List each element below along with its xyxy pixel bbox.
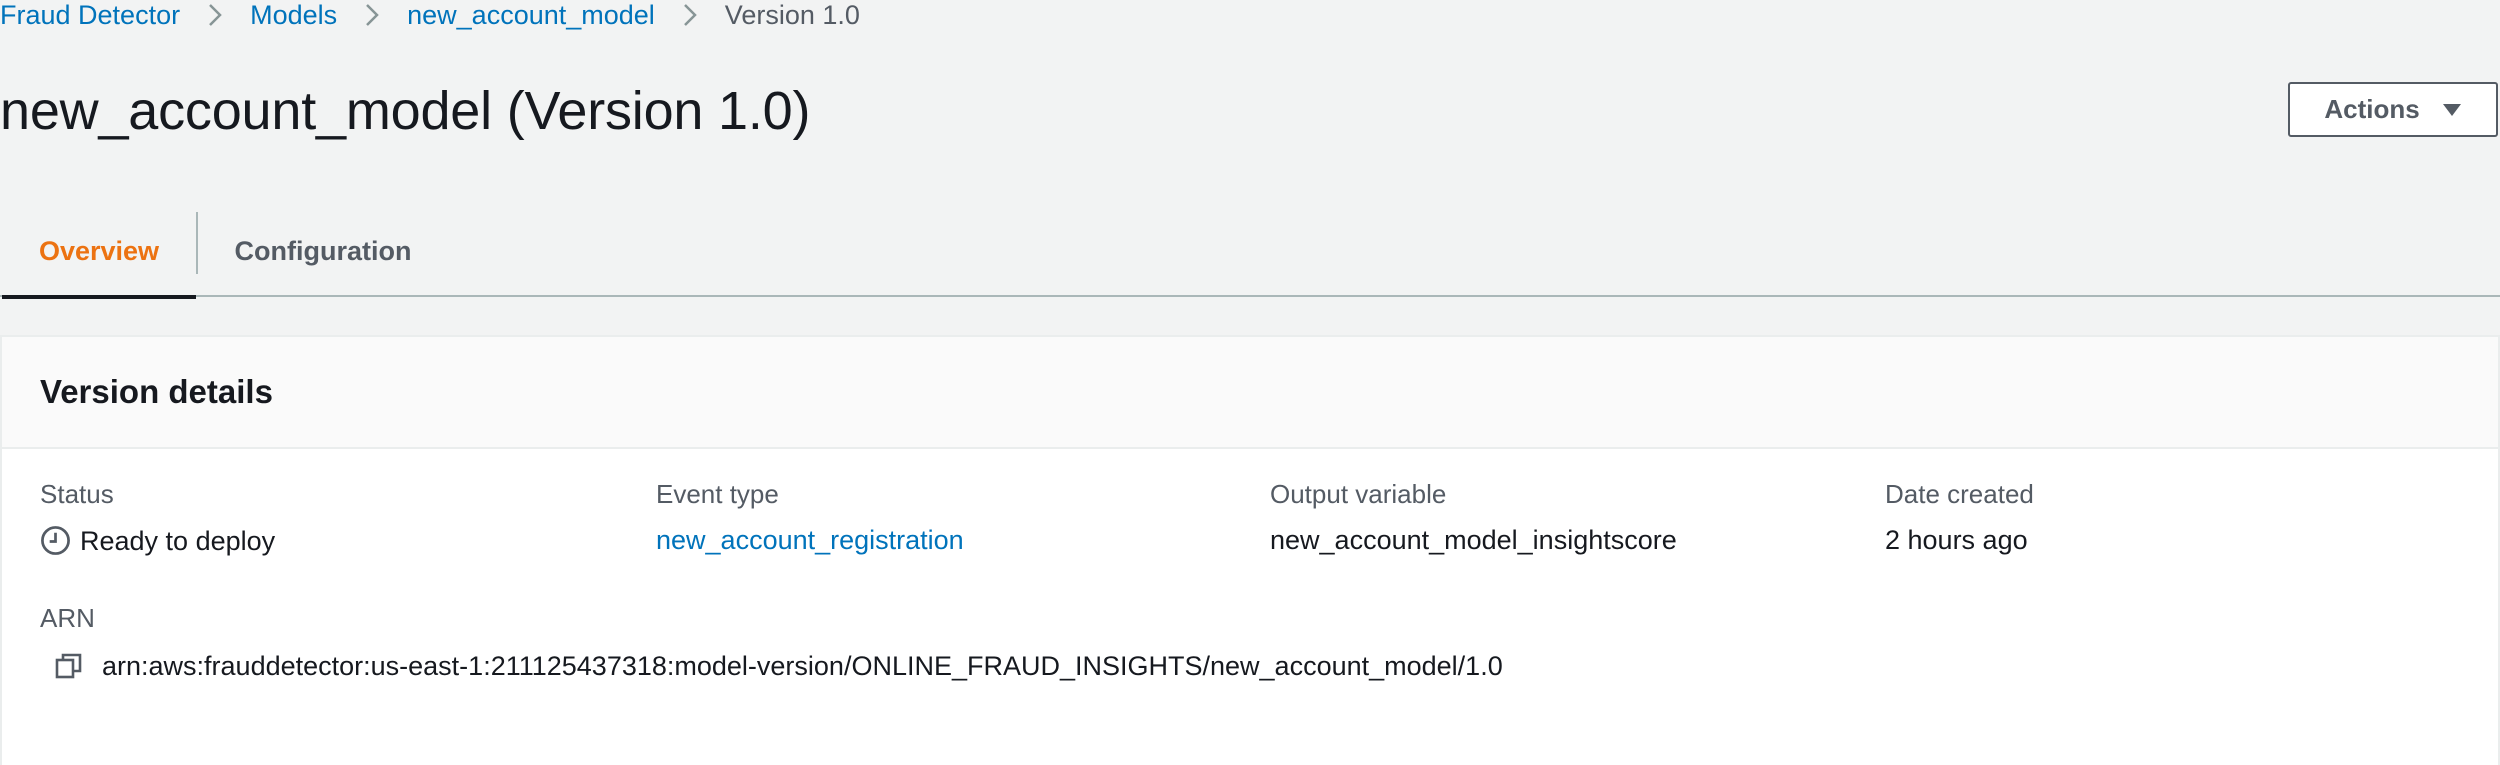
panel-title: Version details	[40, 373, 273, 410]
chevron-right-icon	[361, 0, 383, 30]
arn-label: ARN	[40, 603, 95, 633]
output-variable-label: Output variable	[1270, 479, 1447, 509]
event-type-value-row: new_account_registration	[656, 525, 964, 555]
date-created-value: 2 hours ago	[1885, 525, 2028, 555]
panel-header: Version details	[2, 337, 2498, 449]
breadcrumb-current: Version 1.0	[724, 0, 860, 30]
breadcrumb-link-models[interactable]: Models	[250, 0, 337, 30]
chevron-right-icon	[204, 0, 226, 30]
breadcrumb-link-model[interactable]: new_account_model	[407, 0, 655, 30]
output-variable-field: Output variable new_account_model_insigh…	[1270, 479, 1677, 555]
event-type-field: Event type new_account_registration	[656, 479, 964, 555]
arn-text: arn:aws:frauddetector:us-east-1:21112543…	[102, 651, 1503, 681]
breadcrumb-link-fraud-detector[interactable]: Fraud Detector	[0, 0, 180, 30]
clock-icon	[41, 526, 70, 555]
actions-button[interactable]: Actions	[2288, 82, 2498, 137]
version-details-panel: Version details Status Ready to deploy E…	[0, 335, 2500, 765]
arn-value-row: arn:aws:frauddetector:us-east-1:21112543…	[40, 651, 1503, 681]
date-created-field: Date created 2 hours ago	[1885, 479, 2034, 555]
date-created-label: Date created	[1885, 479, 2034, 509]
tab-configuration-label: Configuration	[234, 235, 412, 266]
tab-overview-label: Overview	[38, 235, 160, 266]
status-value: Ready to deploy	[40, 525, 275, 556]
tab-list: Overview Configuration	[0, 205, 2500, 299]
tab-overview[interactable]: Overview	[2, 205, 196, 299]
breadcrumb: Fraud Detector Models new_account_model …	[0, 0, 860, 30]
chevron-right-icon	[679, 0, 701, 30]
status-label: Status	[40, 479, 114, 509]
event-type-link[interactable]: new_account_registration	[656, 525, 964, 555]
page: Fraud Detector Models new_account_model …	[0, 0, 2500, 765]
page-title: new_account_model (Version 1.0)	[0, 81, 811, 141]
output-variable-value: new_account_model_insightscore	[1270, 525, 1677, 555]
arn-field: ARN arn:aws:frauddetector:us-east-1:2111…	[40, 603, 1503, 681]
copy-icon[interactable]	[54, 651, 84, 681]
status-text: Ready to deploy	[80, 525, 276, 556]
caret-down-icon	[2442, 103, 2461, 116]
event-type-label: Event type	[656, 479, 779, 509]
tab-configuration[interactable]: Configuration	[198, 205, 448, 297]
status-field: Status Ready to deploy	[40, 479, 275, 556]
actions-button-label: Actions	[2324, 94, 2420, 124]
